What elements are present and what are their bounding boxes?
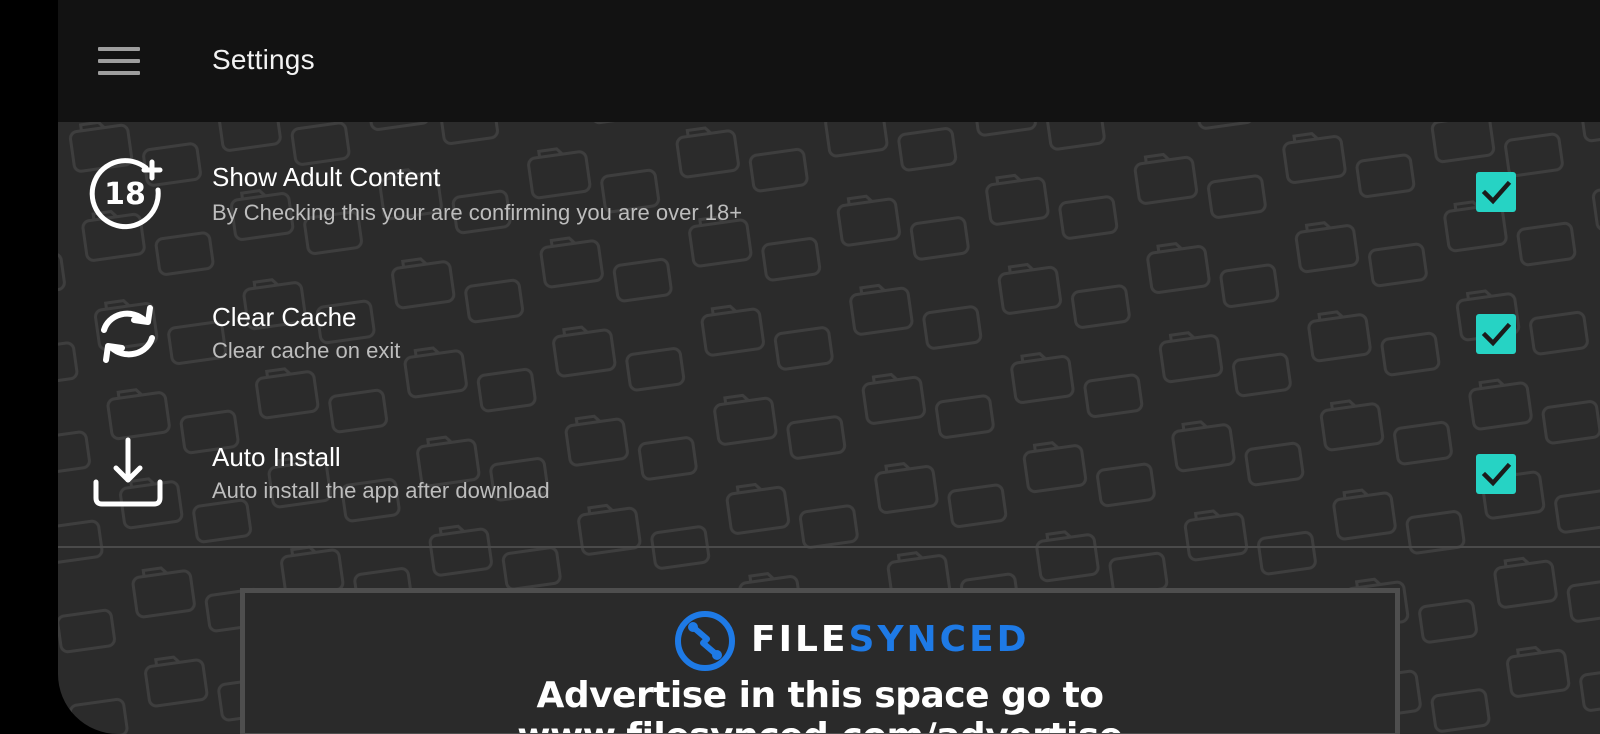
ad-brand: FILESYNCED	[751, 619, 1030, 660]
checkmark-icon	[1481, 322, 1512, 347]
divider	[58, 546, 1600, 548]
ad-brand-synced: SYNCED	[848, 619, 1030, 660]
auto-install-checkbox[interactable]	[1476, 454, 1516, 494]
setting-title: Auto Install	[212, 442, 341, 472]
setting-row-clear-cache[interactable]: Clear Cache Clear cache on exit	[58, 268, 1600, 408]
page-title: Settings	[212, 44, 315, 75]
setting-title: Show Adult Content	[212, 162, 441, 192]
setting-subtitle: Clear cache on exit	[212, 338, 401, 363]
setting-subtitle: Auto install the app after download	[212, 478, 550, 503]
app-bar: Settings	[58, 0, 1600, 122]
download-icon	[93, 437, 163, 507]
checkmark-icon	[1481, 462, 1512, 487]
clear-cache-checkbox[interactable]	[1476, 314, 1516, 354]
eighteen-plus-icon: 18	[89, 158, 163, 230]
checkmark-icon	[1481, 180, 1512, 205]
ad-brand-file: FILE	[751, 619, 849, 660]
eighteen-label: 18	[104, 177, 146, 212]
hamburger-menu-icon[interactable]	[84, 36, 154, 86]
setting-row-auto-install[interactable]: Auto Install Auto install the app after …	[58, 408, 1600, 548]
setting-title: Clear Cache	[212, 302, 357, 332]
adult-content-checkbox[interactable]	[1476, 172, 1516, 212]
setting-subtitle: By Checking this your are confirming you…	[212, 200, 743, 225]
filesynced-logo-icon	[675, 611, 735, 671]
settings-screen: Settings 18 Show Adult Content By Checki…	[58, 0, 1600, 734]
refresh-icon	[101, 305, 155, 363]
ad-banner[interactable]: FILESYNCED Advertise in this space go to…	[240, 588, 1400, 734]
ad-text: Advertise in this space go to www.filesy…	[517, 675, 1123, 733]
setting-row-adult-content[interactable]: 18 Show Adult Content By Checking this y…	[58, 128, 1600, 268]
